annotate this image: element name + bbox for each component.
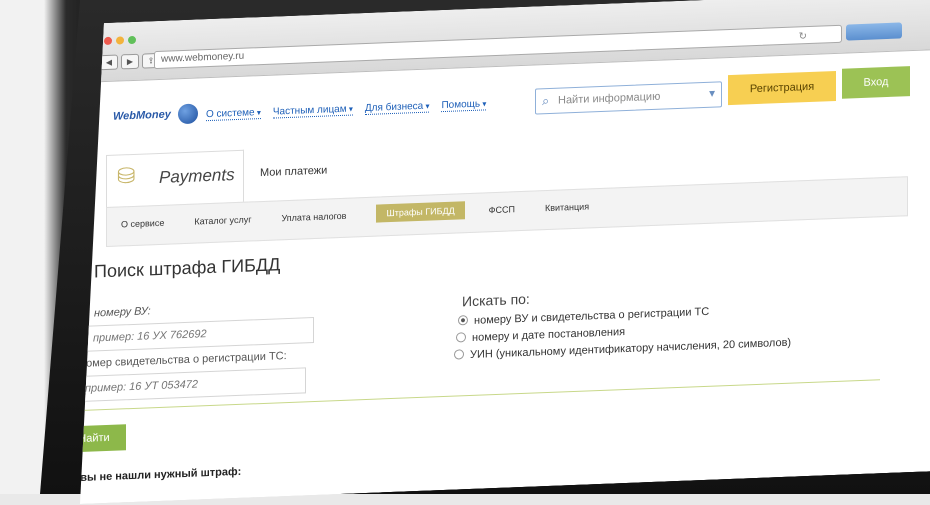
search-placeholder: Найти информацию — [558, 90, 661, 107]
radio-option-label: номеру ВУ и свидетельства о регистрации … — [474, 305, 710, 327]
search-by-label: Искать по: — [462, 290, 530, 310]
sv-input[interactable] — [76, 367, 306, 402]
subnav-item-catalog[interactable]: Каталог услуг — [194, 214, 251, 229]
vu-input[interactable] — [84, 317, 314, 352]
maximize-window-icon[interactable] — [128, 36, 136, 44]
reload-icon[interactable]: ↻ — [799, 29, 807, 45]
minimize-window-icon[interactable] — [116, 36, 124, 44]
menu-item-help[interactable]: Помощь — [441, 98, 486, 112]
menu-item-about[interactable]: О системе — [206, 107, 261, 121]
radio-icon[interactable] — [454, 349, 464, 359]
coins-icon: ⛁ — [117, 162, 136, 189]
sv-label: номер свидетельства о регистрации ТС: — [80, 350, 287, 370]
subnav-item-receipt[interactable]: Квитанция — [545, 201, 589, 216]
login-button[interactable]: Вход — [842, 66, 910, 99]
main-menu: О системе Частным лицам Для бизнеса Помо… — [206, 98, 486, 121]
register-button[interactable]: Регистрация — [728, 71, 836, 105]
browser-screen: ◀ ▶ ⇪ www.webmoney.ru ↻ WebMoney О систе… — [80, 0, 930, 504]
radio-icon[interactable] — [456, 332, 466, 342]
my-payments-tab[interactable]: Мои платежи — [260, 165, 327, 180]
radio-selected-icon[interactable] — [458, 315, 468, 325]
radio-option-vu[interactable]: номеру ВУ и свидетельства о регистрации … — [458, 306, 709, 328]
subnav-item-fines[interactable]: Штрафы ГИБДД — [376, 201, 464, 222]
subnav-item-taxes[interactable]: Уплата налогов — [281, 211, 346, 226]
close-window-icon[interactable] — [104, 37, 112, 45]
menu-item-individuals[interactable]: Частным лицам — [273, 104, 353, 119]
globe-logo-icon[interactable] — [178, 103, 198, 124]
chevron-down-icon[interactable]: ▼ — [707, 83, 717, 107]
page-title: Поиск штрафа ГИБДД — [94, 254, 281, 282]
radio-option-decree[interactable]: номеру и дате постановления — [456, 326, 625, 344]
back-icon[interactable]: ◀ — [100, 55, 118, 71]
window-controls — [104, 36, 136, 45]
site-search-input[interactable]: ⌕ Найти информацию ▼ — [535, 81, 722, 114]
payments-title: Payments — [159, 165, 235, 187]
forward-icon[interactable]: ▶ — [121, 54, 139, 70]
vu-label: номеру ВУ: — [94, 305, 151, 320]
webmoney-logo[interactable]: WebMoney — [113, 109, 171, 123]
subnav-item-fssp[interactable]: ФССП — [489, 204, 515, 218]
browser-nav: ◀ ▶ ⇪ — [100, 53, 160, 70]
address-text: www.webmoney.ru — [161, 50, 245, 65]
subnav-item-about[interactable]: О сервисе — [121, 218, 164, 233]
radio-option-label: номеру и дате постановления — [472, 326, 626, 344]
search-icon: ⌕ — [542, 92, 550, 109]
menu-item-business[interactable]: Для бизнеса — [365, 101, 430, 115]
browser-search-field[interactable] — [846, 22, 902, 40]
